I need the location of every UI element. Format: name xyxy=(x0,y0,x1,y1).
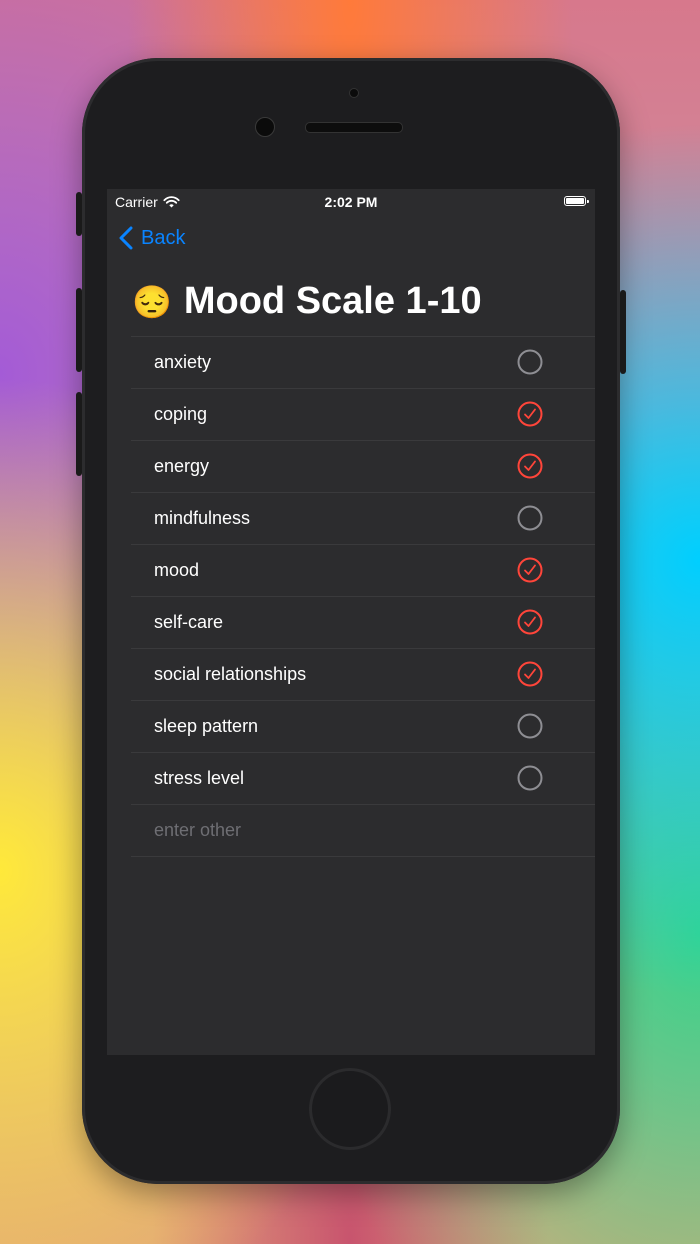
list-item-label: sleep pattern xyxy=(154,716,259,736)
list-item[interactable]: mindfulness xyxy=(131,492,595,544)
battery-icon xyxy=(564,196,589,206)
page-title-text: Mood Scale 1-10 xyxy=(183,280,482,322)
list-item-label: mindfulness xyxy=(154,508,251,528)
list-item[interactable]: anxiety xyxy=(131,336,595,388)
list-item-label: anxiety xyxy=(154,352,212,372)
unchecked-circle-icon[interactable] xyxy=(517,713,543,739)
volume-up-button xyxy=(76,288,82,372)
page-title: 😔 Mood Scale 1-10 xyxy=(132,280,482,323)
checked-circle-icon[interactable] xyxy=(517,401,543,427)
status-bar: Carrier 2:02 PM xyxy=(107,189,595,215)
list-item-label: energy xyxy=(154,456,210,476)
list-item[interactable]: mood xyxy=(131,544,595,596)
enter-other-input[interactable]: enter other xyxy=(131,804,595,856)
list-item-label: coping xyxy=(154,404,208,424)
status-time: 2:02 PM xyxy=(324,194,378,210)
volume-down-button xyxy=(76,392,82,476)
list-item-label: social relationships xyxy=(154,664,307,684)
unchecked-circle-icon[interactable] xyxy=(517,765,543,791)
list-item[interactable]: sleep pattern xyxy=(131,700,595,752)
checked-circle-icon[interactable] xyxy=(517,557,543,583)
earpiece-speaker xyxy=(305,122,403,133)
pensive-face-icon: 😔 xyxy=(132,283,172,320)
list-item[interactable]: self-care xyxy=(131,596,595,648)
back-label: Back xyxy=(141,226,186,249)
checked-circle-icon[interactable] xyxy=(517,453,543,479)
unchecked-circle-icon[interactable] xyxy=(517,505,543,531)
power-button xyxy=(620,290,626,374)
option-list: anxiety coping energy mindfulness mood self-c… xyxy=(131,336,595,857)
back-button[interactable]: Back xyxy=(119,226,185,250)
enter-other-placeholder: enter other xyxy=(154,820,242,840)
checked-circle-icon[interactable] xyxy=(517,661,543,687)
list-item[interactable]: stress level xyxy=(131,752,595,804)
list-item-label: self-care xyxy=(154,612,224,632)
app-screen: Carrier 2:02 PM Back 😔 Mood Scale 1-10 a… xyxy=(107,189,595,1055)
sensor-dot xyxy=(349,88,359,98)
list-item[interactable]: social relationships xyxy=(131,648,595,700)
unchecked-circle-icon[interactable] xyxy=(517,349,543,375)
list-item-label: stress level xyxy=(154,768,245,788)
chevron-left-icon xyxy=(119,226,133,250)
mute-switch xyxy=(76,192,82,236)
list-divider xyxy=(131,856,595,857)
front-camera xyxy=(255,117,275,137)
checked-circle-icon[interactable] xyxy=(517,609,543,635)
list-item-label: mood xyxy=(154,560,200,580)
home-button[interactable] xyxy=(309,1068,391,1150)
list-item[interactable]: energy xyxy=(131,440,595,492)
list-item[interactable]: coping xyxy=(131,388,595,440)
